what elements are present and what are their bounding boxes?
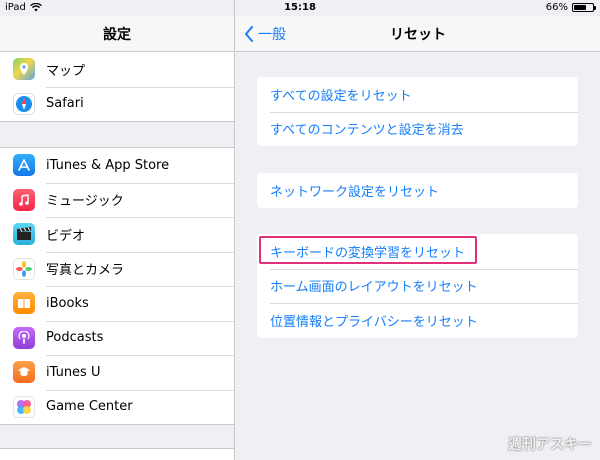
sidebar-item-label: ミュージック [46, 194, 124, 210]
sidebar-item-podcasts[interactable]: Podcasts [0, 320, 234, 356]
reset-home-screen-layout[interactable]: ホーム画面のレイアウトをリセット [257, 268, 578, 304]
status-bar: iPad 15:18 66% [0, 0, 600, 16]
itunes-u-icon [13, 361, 35, 384]
reset-all-settings[interactable]: すべての設定をリセット [257, 77, 578, 112]
music-icon [13, 188, 35, 211]
reset-group-2: ネットワーク設定をリセット [257, 173, 578, 208]
reset-group-3: キーボードの変換学習をリセット ホーム画面のレイアウトをリセット 位置情報とプラ… [257, 234, 578, 338]
photos-icon [13, 257, 35, 280]
erase-all-content-and-settings[interactable]: すべてのコンテンツと設定を消去 [257, 111, 578, 147]
sidebar-group-3 [0, 448, 234, 460]
reset-network-settings[interactable]: ネットワーク設定をリセット [257, 173, 578, 208]
video-icon [13, 223, 35, 246]
reset-panel: 一般 リセット すべての設定をリセット すべてのコンテンツと設定を消去 ネットワ… [236, 0, 600, 460]
game-center-icon [13, 395, 35, 418]
sidebar-item-label: ビデオ [46, 228, 86, 244]
sidebar-item-game-center[interactable]: Game Center [0, 389, 234, 425]
reset-keyboard-dictionary[interactable]: キーボードの変換学習をリセット [257, 234, 578, 269]
sidebar-title: 設定 [0, 16, 234, 52]
sidebar-item-label: iTunes U [46, 364, 101, 380]
sidebar-item-itunes-app-store[interactable]: iTunes & App Store [0, 148, 234, 183]
detail-navbar: 一般 リセット [236, 16, 600, 52]
app-store-icon [13, 154, 35, 177]
watermark: 週刊アスキー [508, 437, 592, 453]
maps-icon [13, 58, 35, 81]
reset-location-privacy[interactable]: 位置情報とプライバシーをリセット [257, 303, 578, 338]
sidebar-item-label: Podcasts [46, 330, 104, 346]
sidebar-item-label: iTunes & App Store [46, 157, 170, 173]
battery-icon [572, 3, 596, 12]
sidebar-item-photos-camera[interactable]: 写真とカメラ [0, 251, 234, 287]
status-time: 15:18 [284, 2, 316, 13]
sidebar-group-2: iTunes & App Store ミュージック ビデオ 写真とカメラ iBo… [0, 147, 234, 425]
page-title: リセット [390, 27, 446, 43]
sidebar-item-label: iBooks [46, 295, 89, 311]
ibooks-icon [13, 292, 35, 315]
status-right: 66% [545, 2, 596, 13]
sidebar-item-music[interactable]: ミュージック [0, 182, 234, 218]
sidebar-item-video[interactable]: ビデオ [0, 217, 234, 252]
sidebar-item-label: マップ [46, 63, 86, 79]
sidebar-item-ibooks[interactable]: iBooks [0, 286, 234, 321]
sidebar-item-label: 写真とカメラ [46, 263, 125, 279]
sidebar-item-maps[interactable]: マップ [0, 52, 234, 87]
podcasts-icon [13, 326, 35, 349]
sidebar-item-label: Safari [46, 96, 84, 112]
sidebar-item-label: Game Center [46, 399, 133, 415]
sidebar-item-safari[interactable]: Safari [0, 86, 234, 122]
sidebar-item-itunes-u[interactable]: iTunes U [0, 355, 234, 390]
reset-group-1: すべての設定をリセット すべてのコンテンツと設定を消去 [257, 77, 578, 146]
safari-icon [13, 92, 35, 115]
settings-sidebar: 設定 マップ Safari iTunes & App Store ミュージック … [0, 0, 235, 460]
sidebar-group-1: マップ Safari [0, 52, 234, 122]
battery-percent: 66% [545, 2, 568, 13]
